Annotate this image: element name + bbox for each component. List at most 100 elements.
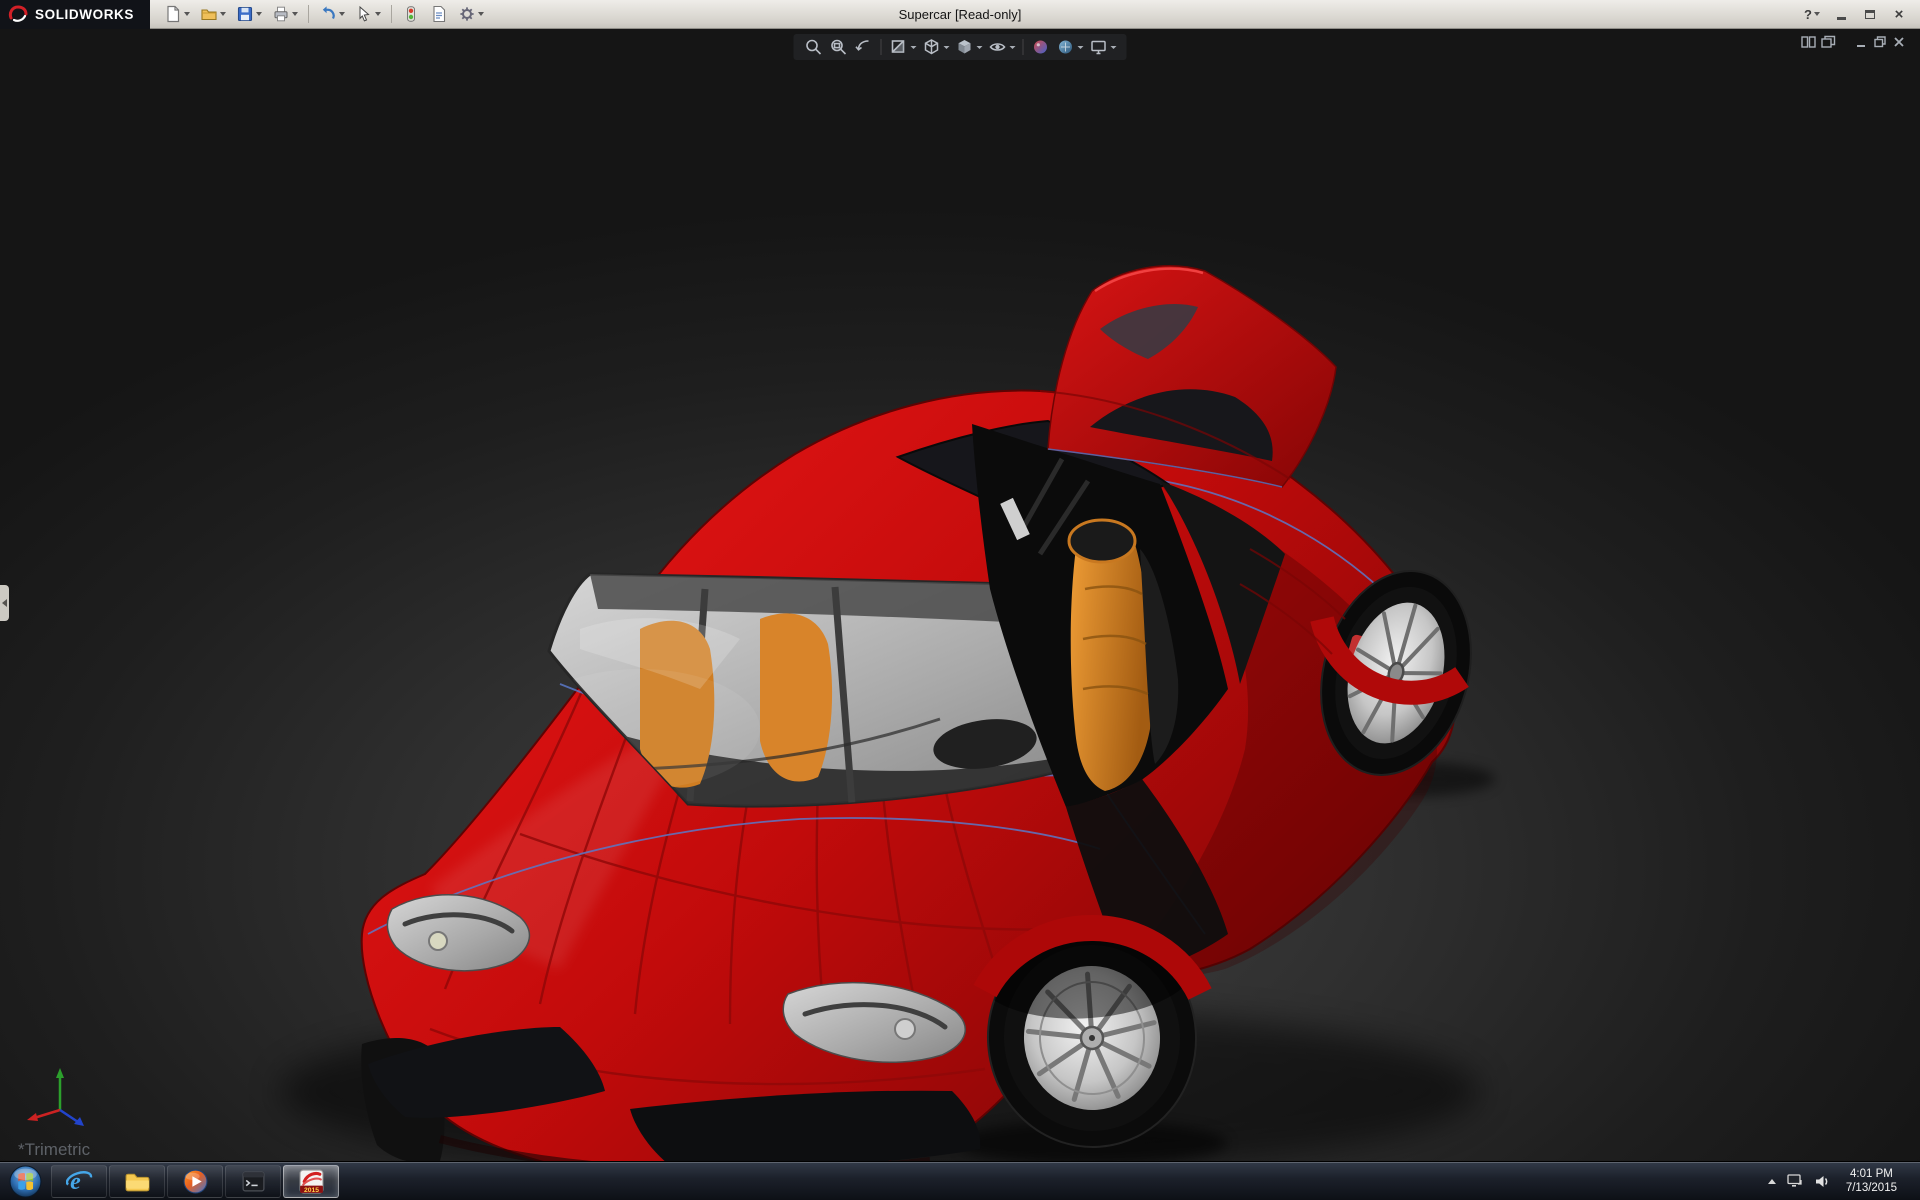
close-button[interactable]: × [1886,4,1912,25]
taskbar-console-app[interactable] [225,1164,281,1198]
toolbar-separator [391,5,392,23]
hide-show-items-button[interactable] [987,36,1017,58]
section-view-button[interactable] [888,36,918,58]
maximize-icon [1865,9,1875,19]
eye-icon [989,43,1006,51]
solidworks-2015-icon: 2015 [299,1169,323,1193]
taskbar-windows-explorer[interactable] [109,1164,165,1198]
doc-close-button[interactable] [1892,35,1906,49]
toolbar-separator [1022,39,1024,55]
cascade-windows-button[interactable] [1821,35,1836,49]
maximize-button[interactable] [1857,4,1883,25]
toolbar-separator [880,39,882,55]
minimize-icon [1836,17,1846,20]
panel-expand-tab[interactable] [0,585,9,621]
taskbar-internet-explorer[interactable]: e [51,1164,107,1198]
display-style-icon [958,40,971,54]
zoom-to-area-button[interactable] [828,36,850,58]
media-player-icon [183,1169,207,1193]
chevron-down-icon [375,12,381,16]
previous-view-button[interactable] [853,36,875,58]
chevron-down-icon [184,12,190,16]
minimize-button[interactable] [1828,4,1854,25]
chevron-down-icon [1077,45,1084,49]
print-button[interactable] [268,2,302,26]
toolbar-separator [308,5,309,23]
taskbar-clock[interactable]: 4:01 PM 7/13/2015 [1836,1162,1907,1200]
doc-restore-button[interactable] [1873,35,1887,49]
solidworks-badge: 2015 [303,1186,318,1193]
clock-date: 7/13/2015 [1845,1182,1897,1194]
file-properties-icon [433,5,446,23]
apply-scene-icon [1059,40,1072,54]
network-tray-icon[interactable] [1781,1162,1809,1200]
minimize-icon [1857,45,1865,47]
chevron-down-icon [339,12,345,16]
seat-right [760,613,833,782]
triad-icon [27,1068,84,1126]
taskbar-solidworks[interactable]: 2015 [283,1164,339,1198]
appearance-ball-icon [1034,40,1047,54]
tile-windows-button[interactable] [1801,35,1816,49]
network-icon [1787,1174,1802,1187]
volume-tray-icon[interactable] [1809,1162,1836,1200]
console-window-icon [241,1171,265,1191]
window-controls: ? × [1799,4,1920,25]
doc-minimize-button[interactable] [1854,35,1868,49]
new-document-icon [167,5,180,23]
options-gear-icon [460,7,474,21]
orientation-triad [22,1060,94,1137]
close-icon: × [1894,5,1904,23]
taskbar-media-player[interactable] [167,1164,223,1198]
chevron-down-icon [910,45,917,49]
options-button[interactable] [454,2,488,26]
graphics-viewport[interactable]: *Trimetric [0,29,1920,1161]
undo-button[interactable] [315,2,349,26]
view-settings-icon [1091,40,1106,55]
rebuild-button[interactable] [398,2,424,26]
headsup-toolbar [793,34,1127,60]
previous-view-icon [855,40,869,51]
car-model[interactable] [280,265,1495,1161]
taskbar: e 2015 4:01 PM 7/13/2015 [0,1161,1920,1200]
file-properties-button[interactable] [426,2,452,26]
chevron-down-icon [1110,45,1117,49]
chevron-down-icon [943,45,950,49]
internet-explorer-icon: e [65,1168,92,1194]
document-window-controls [1801,35,1906,49]
chevron-down-icon [478,12,484,16]
view-orientation-button[interactable] [921,36,951,58]
chevron-down-icon [292,12,298,16]
cascade-windows-icon [1821,35,1836,48]
edit-appearance-button[interactable] [1030,36,1052,58]
open-document-button[interactable] [196,2,230,26]
show-hidden-icons-button[interactable] [1763,1162,1781,1200]
windows-orb-icon [9,1165,41,1197]
headrest [1067,518,1137,564]
zoom-to-area-icon [831,39,847,55]
apply-scene-button[interactable] [1055,36,1085,58]
view-settings-button[interactable] [1088,36,1118,58]
volume-icon [1815,1175,1828,1187]
solidworks-logo: SOLIDWORKS [0,0,150,29]
section-view-icon [891,40,905,53]
chevron-up-icon [1767,1178,1776,1184]
dassault-3ds-icon [8,5,28,22]
help-button[interactable]: ? [1799,4,1825,25]
brand-text: SOLIDWORKS [35,6,134,22]
display-style-button[interactable] [954,36,984,58]
save-button[interactable] [232,2,266,26]
chevron-left-icon [2,599,7,607]
show-desktop-button[interactable] [1907,1162,1920,1200]
start-button[interactable] [0,1162,50,1200]
system-tray: 4:01 PM 7/13/2015 [1763,1162,1920,1200]
new-document-button[interactable] [160,2,194,26]
zoom-to-fit-button[interactable] [803,36,825,58]
tile-windows-icon [1801,36,1816,48]
restore-icon [1874,36,1886,48]
chevron-down-icon [256,12,262,16]
clock-time: 4:01 PM [1850,1168,1893,1180]
print-icon [274,6,288,22]
select-button[interactable] [351,2,385,26]
select-cursor-icon [359,5,370,22]
